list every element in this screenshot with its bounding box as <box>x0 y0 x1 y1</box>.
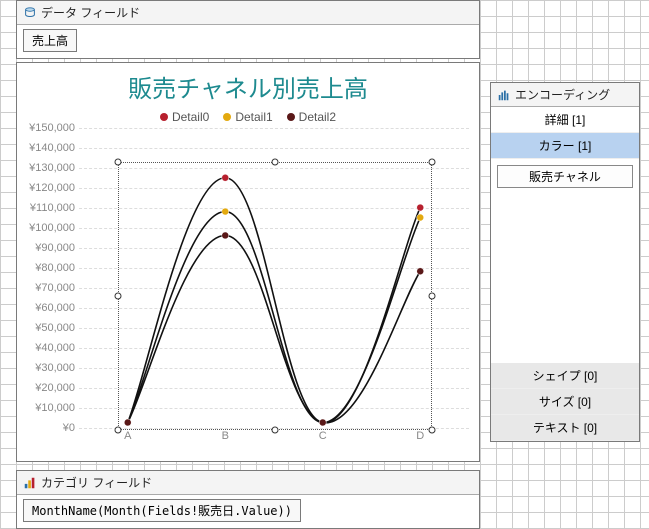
y-tick-label: ¥90,000 <box>15 242 75 254</box>
legend-item: Detail0 <box>160 110 209 124</box>
category-fields-title: カテゴリ フィールド <box>41 474 152 491</box>
data-fields-title: データ フィールド <box>41 4 140 21</box>
data-point <box>417 204 424 211</box>
encoding-title: エンコーディング <box>515 86 610 103</box>
data-field-chip[interactable]: 売上高 <box>23 29 77 52</box>
series-line <box>128 235 420 422</box>
encoding-field-box[interactable]: 販売チャネル <box>497 165 633 188</box>
category-fields-panel: カテゴリ フィールド MonthName(Month(Fields!販売日.Va… <box>16 470 480 529</box>
x-axis-ticks: ABCD <box>79 430 469 448</box>
data-point <box>417 268 424 275</box>
encoding-item[interactable]: サイズ [0] <box>491 389 639 415</box>
chart-panel[interactable]: 販売チャネル別売上高 Detail0 Detail1 Detail2 ¥0 ¥10,0… <box>16 62 480 462</box>
x-tick-label: B <box>177 430 275 448</box>
database-icon <box>23 6 37 20</box>
encoding-item[interactable]: シェイプ [0] <box>491 363 639 389</box>
y-tick-label: ¥10,000 <box>15 402 75 414</box>
encoding-icon <box>497 88 511 102</box>
data-point <box>222 208 229 215</box>
data-point <box>222 232 229 239</box>
encoding-item[interactable]: 詳細 [1] <box>491 107 639 133</box>
plot-svg <box>79 128 469 426</box>
y-tick-label: ¥120,000 <box>15 182 75 194</box>
plot-area: ¥0 ¥10,000 ¥20,000 ¥30,000 ¥40,000 ¥50,000 ¥60… <box>17 128 479 448</box>
gridline <box>79 428 469 429</box>
y-tick-label: ¥110,000 <box>15 202 75 214</box>
y-tick-label: ¥50,000 <box>15 322 75 334</box>
encoding-header: エンコーディング <box>491 83 639 107</box>
bars-icon <box>23 476 37 490</box>
data-point <box>417 214 424 221</box>
y-tick-label: ¥150,000 <box>15 122 75 134</box>
x-tick-label: A <box>79 430 177 448</box>
y-tick-label: ¥60,000 <box>15 302 75 314</box>
y-tick-label: ¥20,000 <box>15 382 75 394</box>
y-tick-label: ¥0 <box>15 422 75 434</box>
y-tick-label: ¥140,000 <box>15 142 75 154</box>
y-tick-label: ¥30,000 <box>15 362 75 374</box>
data-point <box>124 419 131 426</box>
category-fields-header: カテゴリ フィールド <box>17 471 479 495</box>
series-line <box>128 178 420 423</box>
encoding-item[interactable]: カラー [1] <box>491 133 639 159</box>
chart-title: 販売チャネル別売上高 <box>17 63 479 104</box>
y-tick-label: ¥100,000 <box>15 222 75 234</box>
x-tick-label: D <box>372 430 470 448</box>
y-tick-label: ¥40,000 <box>15 342 75 354</box>
category-expression-chip[interactable]: MonthName(Month(Fields!販売日.Value)) <box>23 499 301 522</box>
data-fields-panel: データ フィールド 売上高 <box>16 0 480 59</box>
legend-item: Detail1 <box>223 110 272 124</box>
data-point <box>222 174 229 181</box>
encoding-panel: エンコーディング 詳細 [1]カラー [1] 販売チャネル シェイプ [0]サイ… <box>490 82 640 442</box>
y-tick-label: ¥80,000 <box>15 262 75 274</box>
chart-legend: Detail0 Detail1 Detail2 <box>17 110 479 124</box>
encoding-item[interactable]: テキスト [0] <box>491 415 639 441</box>
data-point <box>319 419 326 426</box>
y-tick-label: ¥130,000 <box>15 162 75 174</box>
y-tick-label: ¥70,000 <box>15 282 75 294</box>
x-tick-label: C <box>274 430 372 448</box>
data-fields-header: データ フィールド <box>17 1 479 25</box>
legend-item: Detail2 <box>287 110 336 124</box>
series-line <box>128 212 420 423</box>
